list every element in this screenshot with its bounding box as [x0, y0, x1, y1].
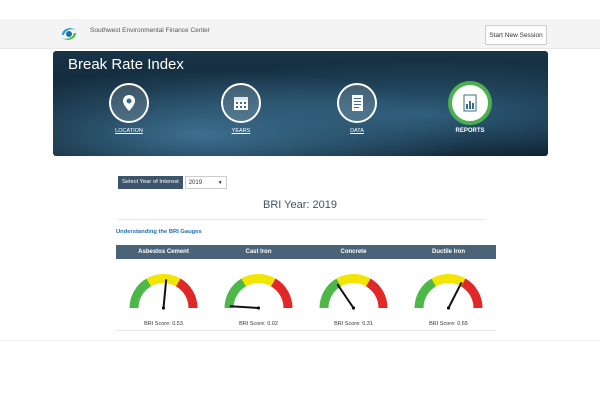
location-pin-icon [109, 83, 149, 123]
gauge-band-yellow [241, 274, 276, 287]
divider [118, 219, 484, 220]
report-chart-icon [450, 83, 490, 123]
gauge-cell: BRI Score: 0.02 [211, 262, 306, 327]
nav-data[interactable]: DATA [332, 83, 382, 134]
nav-reports[interactable]: REPORTS [445, 83, 495, 134]
nav-years-label: YEARS [231, 128, 251, 134]
divider [0, 340, 600, 341]
gauge-needle [336, 283, 355, 309]
nav-data-label: DATA [350, 128, 364, 134]
nav-location[interactable]: LOCATION [104, 83, 154, 134]
gauge [319, 274, 388, 310]
hero-banner: Break Rate Index LOCATION YEARS DATA REP… [53, 51, 548, 156]
gauge-cell: BRI Score: 0.31 [306, 262, 401, 327]
gauge-header-row: Asbestos Cement Cast Iron Concrete Ducti… [116, 245, 496, 259]
gauge-cell: BRI Score: 0.53 [116, 262, 211, 327]
gauge-band-yellow [336, 274, 371, 287]
gauge-score: BRI Score: 0.53 [144, 321, 183, 327]
year-select-value: 2019 [188, 179, 203, 186]
gauge-hub [161, 306, 166, 310]
nav-years[interactable]: YEARS [216, 83, 266, 134]
calendar-icon [221, 83, 261, 123]
gauge-band-green [414, 278, 436, 308]
logo-icon [62, 28, 76, 40]
gauge-score: BRI Score: 0.02 [239, 321, 278, 327]
gauge-needle [447, 282, 463, 309]
chevron-down-icon: ▼ [217, 179, 223, 186]
gauge-score: BRI Score: 0.65 [429, 321, 468, 327]
gauge-band-green [319, 278, 341, 308]
gauge-score: BRI Score: 0.31 [334, 321, 373, 327]
year-selector-label: Select Year of Interest [118, 176, 183, 189]
gauge-hub [351, 306, 356, 310]
gauge [224, 274, 293, 310]
gauge-header-ductile-iron: Ductile Iron [431, 249, 465, 255]
gauge-band-green [129, 278, 151, 308]
page-title: Break Rate Index [68, 56, 184, 73]
start-new-session-button[interactable]: Start New Session [485, 25, 547, 45]
data-sheet-icon [337, 83, 377, 123]
gauge [129, 274, 198, 310]
gauge-band-green [224, 278, 246, 308]
gauge-hub [256, 306, 261, 310]
gauge-row: BRI Score: 0.53 BRI Score: 0.02 BRI Scor… [116, 262, 496, 327]
gauge-header-concrete: Concrete [340, 249, 367, 255]
year-select[interactable]: 2019 ▼ [184, 176, 227, 189]
gauge-hub [446, 306, 451, 310]
gauge-band-red [366, 278, 388, 308]
gauge-needle [229, 305, 260, 309]
nav-reports-label: REPORTS [455, 128, 485, 134]
gauge-header-cast-iron: Cast Iron [245, 249, 272, 255]
org-name: Southwest Environmental Finance Center [90, 27, 210, 34]
gauge-band-red [461, 278, 483, 308]
year-selector: Select Year of Interest 2019 ▼ [118, 176, 227, 189]
gauge-band-yellow [146, 274, 181, 287]
gauge-header-asbestos-cement: Asbestos Cement [138, 249, 189, 255]
nav-location-label: LOCATION [115, 128, 143, 134]
gauge-needle [162, 279, 168, 309]
gauge-cell: BRI Score: 0.65 [401, 262, 496, 327]
bri-year-title: BRI Year: 2019 [262, 199, 337, 211]
gauge [414, 274, 483, 310]
gauge-band-red [176, 278, 198, 308]
understanding-bri-link[interactable]: Understanding the BRI Gauges [116, 229, 202, 235]
divider [116, 330, 496, 331]
gauge-band-red [271, 278, 293, 308]
